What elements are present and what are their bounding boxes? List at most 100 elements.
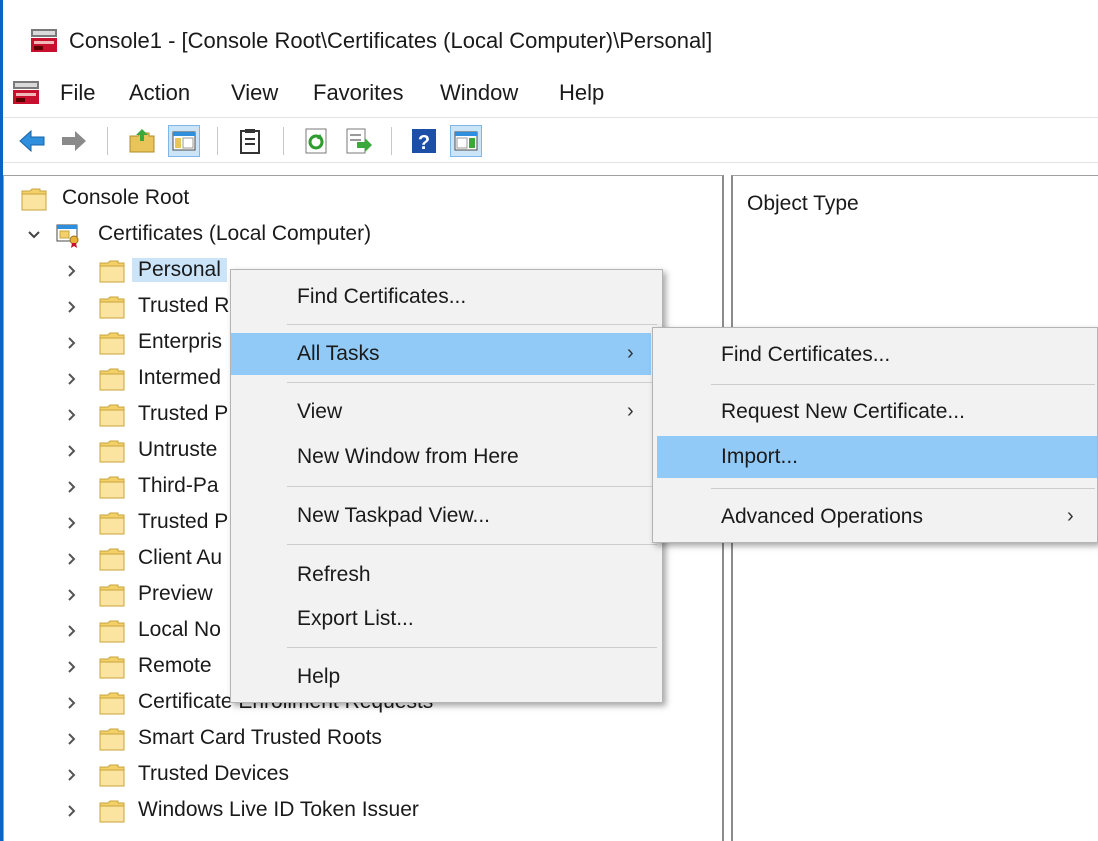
folder-icon xyxy=(99,620,125,643)
tree-item-label: Remote xyxy=(138,654,212,677)
submenu-item-request-new-certificate[interactable]: Request New Certificate... xyxy=(653,391,1097,433)
menu-item-all-tasks[interactable]: All Tasks › xyxy=(231,333,651,375)
menu-window[interactable]: Window xyxy=(440,80,518,106)
column-header-object-type[interactable]: Object Type xyxy=(747,192,859,216)
menu-item-find-certificates[interactable]: Find Certificates... xyxy=(231,276,662,318)
tree-item-label: Smart Card Trusted Roots xyxy=(138,726,382,749)
menu-action[interactable]: Action xyxy=(129,80,190,106)
up-folder-icon[interactable] xyxy=(127,126,157,156)
toolbar: ? xyxy=(3,117,1098,163)
toolbar-separator xyxy=(391,127,392,155)
tree-item-label: Untruste xyxy=(138,438,218,461)
submenu-arrow-icon: › xyxy=(627,342,634,364)
chevron-right-icon[interactable] xyxy=(64,722,80,756)
all-tasks-submenu: Find Certificates... Request New Certifi… xyxy=(652,327,1098,543)
menu-view[interactable]: View xyxy=(231,80,278,106)
tree-item-console-root[interactable]: Console Root xyxy=(14,182,714,216)
menu-item-view[interactable]: View › xyxy=(231,391,662,433)
chevron-right-icon[interactable] xyxy=(64,614,80,648)
chevron-right-icon[interactable] xyxy=(64,758,80,792)
menu-item-label: New Window from Here xyxy=(297,445,519,468)
folder-icon xyxy=(99,476,125,499)
chevron-right-icon[interactable] xyxy=(64,650,80,684)
chevron-right-icon[interactable] xyxy=(64,794,80,828)
menu-bar: File Action View Favorites Window Help xyxy=(3,72,1098,116)
chevron-right-icon[interactable] xyxy=(64,254,80,288)
menu-item-export-list[interactable]: Export List... xyxy=(231,598,662,640)
menu-help[interactable]: Help xyxy=(559,80,604,106)
submenu-item-find-certificates[interactable]: Find Certificates... xyxy=(653,334,1097,376)
submenu-item-advanced-operations[interactable]: Advanced Operations › xyxy=(653,496,1097,538)
submenu-arrow-icon: › xyxy=(627,400,634,422)
toolbar-separator xyxy=(217,127,218,155)
menu-item-label: Find Certificates... xyxy=(297,285,467,308)
folder-icon xyxy=(99,260,125,283)
tree-item-label: Trusted Devices xyxy=(138,762,289,785)
menu-item-refresh[interactable]: Refresh xyxy=(231,554,662,596)
mmc-app-icon xyxy=(31,29,57,52)
menu-separator xyxy=(711,488,1095,489)
folder-icon xyxy=(99,584,125,607)
show-hide-action-pane-icon[interactable] xyxy=(450,125,482,157)
tree-item-label: Local No xyxy=(138,618,221,641)
help-icon[interactable]: ? xyxy=(409,126,439,156)
chevron-right-icon[interactable] xyxy=(64,470,80,504)
folder-icon xyxy=(99,800,125,823)
chevron-right-icon[interactable] xyxy=(64,506,80,540)
chevron-right-icon[interactable] xyxy=(64,326,80,360)
tree-item[interactable]: Windows Live ID Token Issuer xyxy=(14,794,714,828)
tree-item-label: Trusted R xyxy=(138,294,230,317)
tree-item-label: Windows Live ID Token Issuer xyxy=(138,798,419,821)
title-bar: Console1 - [Console Root\Certificates (L… xyxy=(3,0,1098,70)
menu-separator xyxy=(287,382,657,383)
chevron-right-icon[interactable] xyxy=(64,434,80,468)
menu-file[interactable]: File xyxy=(60,80,95,106)
menu-separator xyxy=(287,647,657,648)
tree-item-certificates[interactable]: Certificates (Local Computer) xyxy=(14,218,714,252)
context-menu: Find Certificates... All Tasks › View › … xyxy=(230,269,663,703)
properties-icon[interactable] xyxy=(235,126,265,156)
menu-separator xyxy=(711,384,1095,385)
tree-item[interactable]: Smart Card Trusted Roots xyxy=(14,722,714,756)
menu-item-label: Export List... xyxy=(297,607,414,630)
tree-item-label: Console Root xyxy=(62,186,190,209)
tree-item-label: Preview xyxy=(138,582,213,605)
show-hide-tree-icon[interactable] xyxy=(168,125,200,157)
menu-item-label: Advanced Operations xyxy=(721,505,923,528)
chevron-right-icon[interactable] xyxy=(64,290,80,324)
menu-favorites[interactable]: Favorites xyxy=(313,80,403,106)
menu-item-label: View xyxy=(297,400,343,423)
back-icon[interactable] xyxy=(17,126,47,156)
menu-item-new-window-from-here[interactable]: New Window from Here xyxy=(231,436,662,478)
menu-item-label: Help xyxy=(297,665,341,688)
menu-item-label: Import... xyxy=(721,445,799,468)
menu-item-label: Refresh xyxy=(297,563,371,586)
folder-icon xyxy=(99,296,125,319)
system-menu-icon[interactable] xyxy=(11,78,41,108)
folder-icon xyxy=(99,332,125,355)
chevron-right-icon[interactable] xyxy=(64,686,80,720)
tree-item[interactable]: Trusted Devices xyxy=(14,758,714,792)
folder-icon xyxy=(99,368,125,391)
submenu-item-import[interactable]: Import... xyxy=(657,436,1097,478)
menu-item-help[interactable]: Help xyxy=(231,656,662,698)
menu-item-label: New Taskpad View... xyxy=(297,504,490,527)
menu-item-new-taskpad-view[interactable]: New Taskpad View... xyxy=(231,495,662,537)
chevron-right-icon[interactable] xyxy=(64,542,80,576)
toolbar-separator xyxy=(283,127,284,155)
export-list-icon[interactable] xyxy=(343,126,373,156)
tree-item-label: Third-Pa xyxy=(138,474,219,497)
chevron-right-icon[interactable] xyxy=(64,362,80,396)
toolbar-separator xyxy=(107,127,108,155)
submenu-arrow-icon: › xyxy=(1067,505,1074,527)
tree-item-label: Trusted P xyxy=(138,402,229,425)
tree-item-label: Certificates (Local Computer) xyxy=(98,222,372,245)
chevron-right-icon[interactable] xyxy=(64,578,80,612)
folder-icon xyxy=(99,692,125,715)
certificate-snapin-icon xyxy=(56,224,79,248)
chevron-right-icon[interactable] xyxy=(64,398,80,432)
folder-icon xyxy=(99,656,125,679)
forward-icon[interactable] xyxy=(59,126,89,156)
chevron-down-icon[interactable] xyxy=(26,218,42,252)
refresh-icon[interactable] xyxy=(301,126,331,156)
